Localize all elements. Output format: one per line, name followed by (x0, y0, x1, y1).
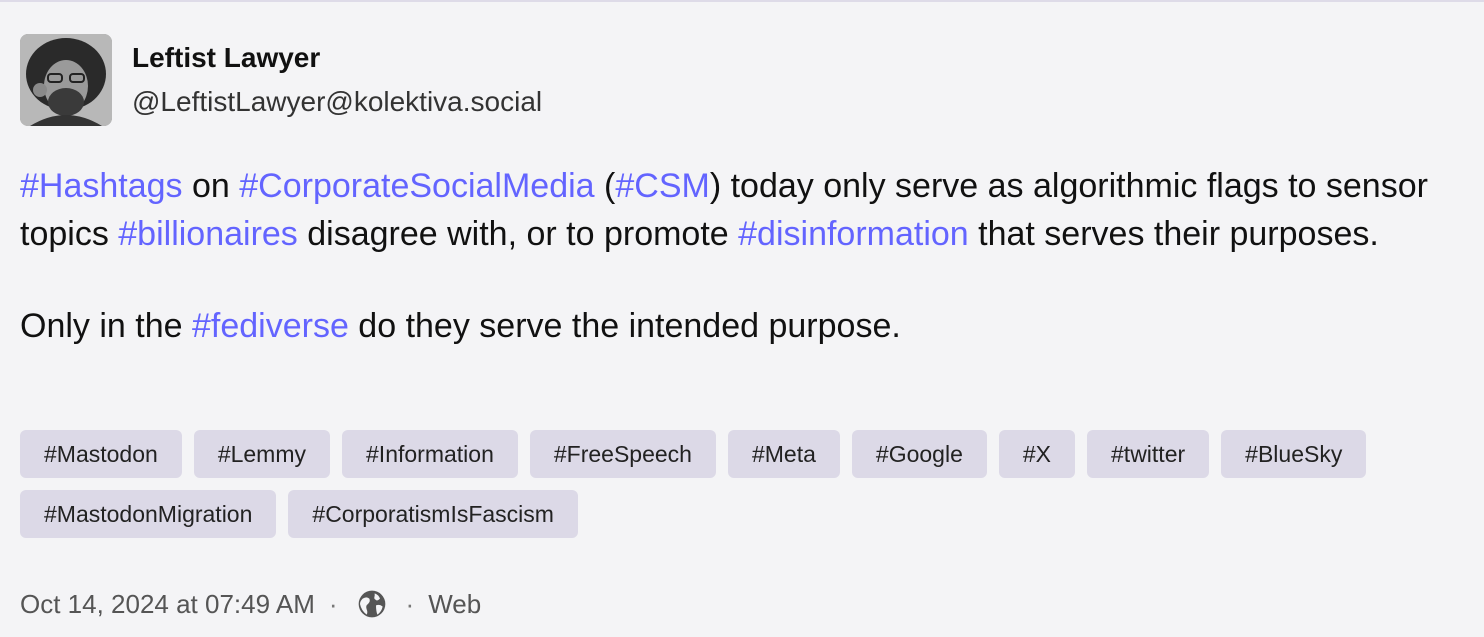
post-text: disagree with, or to promote (297, 215, 739, 253)
post-text: Only in the (20, 307, 192, 345)
hashtag-bar-row: #Mastodon #Lemmy #Information #FreeSpeec… (20, 430, 1480, 478)
hashtag-link-corporatesocialmedia[interactable]: #CorporateSocialMedia (239, 167, 594, 205)
globe-icon (358, 590, 385, 618)
hashtag-chip-twitter[interactable]: #twitter (1087, 430, 1210, 478)
hashtag-chip-google[interactable]: #Google (851, 430, 987, 478)
hashtag-link-billionaires[interactable]: #billionaires (118, 215, 298, 253)
hashtag-bar: #Mastodon #Lemmy #Information #FreeSpeec… (20, 430, 1480, 550)
author-handle[interactable]: @LeftistLawyer@kolektiva.social (132, 86, 542, 118)
hashtag-link-fediverse[interactable]: #fediverse (192, 307, 349, 345)
hashtag-link-csm[interactable]: #CSM (615, 167, 709, 205)
hashtag-chip-lemmy[interactable]: #Lemmy (193, 430, 331, 478)
hashtag-chip-corporatismisfascism[interactable]: #CorporatismIsFascism (288, 490, 578, 538)
hashtag-link-hashtags[interactable]: #Hashtags (20, 167, 183, 205)
hashtag-chip-meta[interactable]: #Meta (727, 430, 840, 478)
post-header: Leftist Lawyer @LeftistLawyer@kolektiva.… (20, 34, 720, 126)
post-application: Web (428, 588, 482, 619)
meta-separator: · (328, 588, 338, 619)
hashtag-chip-mastodon[interactable]: #Mastodon (20, 430, 182, 478)
post-text: that serves their purposes. (968, 215, 1379, 253)
hashtag-bar-row: #MastodonMigration #CorporatismIsFascism (20, 490, 1480, 538)
post-text: do they serve the intended purpose. (348, 307, 901, 345)
post-meta: Oct 14, 2024 at 07:49 AM · · Web (20, 584, 481, 624)
hashtag-chip-mastodonmigration[interactable]: #MastodonMigration (20, 490, 277, 538)
post-paragraph-2: Only in the #fediverse do they serve the… (20, 302, 1480, 350)
post-content: #Hashtags on #CorporateSocialMedia (#CSM… (20, 162, 1480, 350)
post-paragraph-1: #Hashtags on #CorporateSocialMedia (#CSM… (20, 162, 1480, 258)
hashtag-link-disinformation[interactable]: #disinformation (738, 215, 969, 253)
post-timestamp[interactable]: Oct 14, 2024 at 07:49 AM (20, 589, 315, 620)
author-display-name[interactable]: Leftist Lawyer (132, 42, 320, 74)
hashtag-chip-freespeech[interactable]: #FreeSpeech (529, 430, 716, 478)
post-text: on (182, 167, 240, 205)
avatar-photo (20, 34, 112, 126)
post-text: ( (594, 167, 616, 205)
hashtag-chip-information[interactable]: #Information (342, 430, 518, 478)
hashtag-chip-x[interactable]: #X (998, 430, 1076, 478)
meta-separator: · (405, 588, 415, 619)
top-divider (0, 0, 1484, 2)
hashtag-chip-bluesky[interactable]: #BlueSky (1221, 430, 1367, 478)
avatar[interactable] (20, 34, 112, 126)
